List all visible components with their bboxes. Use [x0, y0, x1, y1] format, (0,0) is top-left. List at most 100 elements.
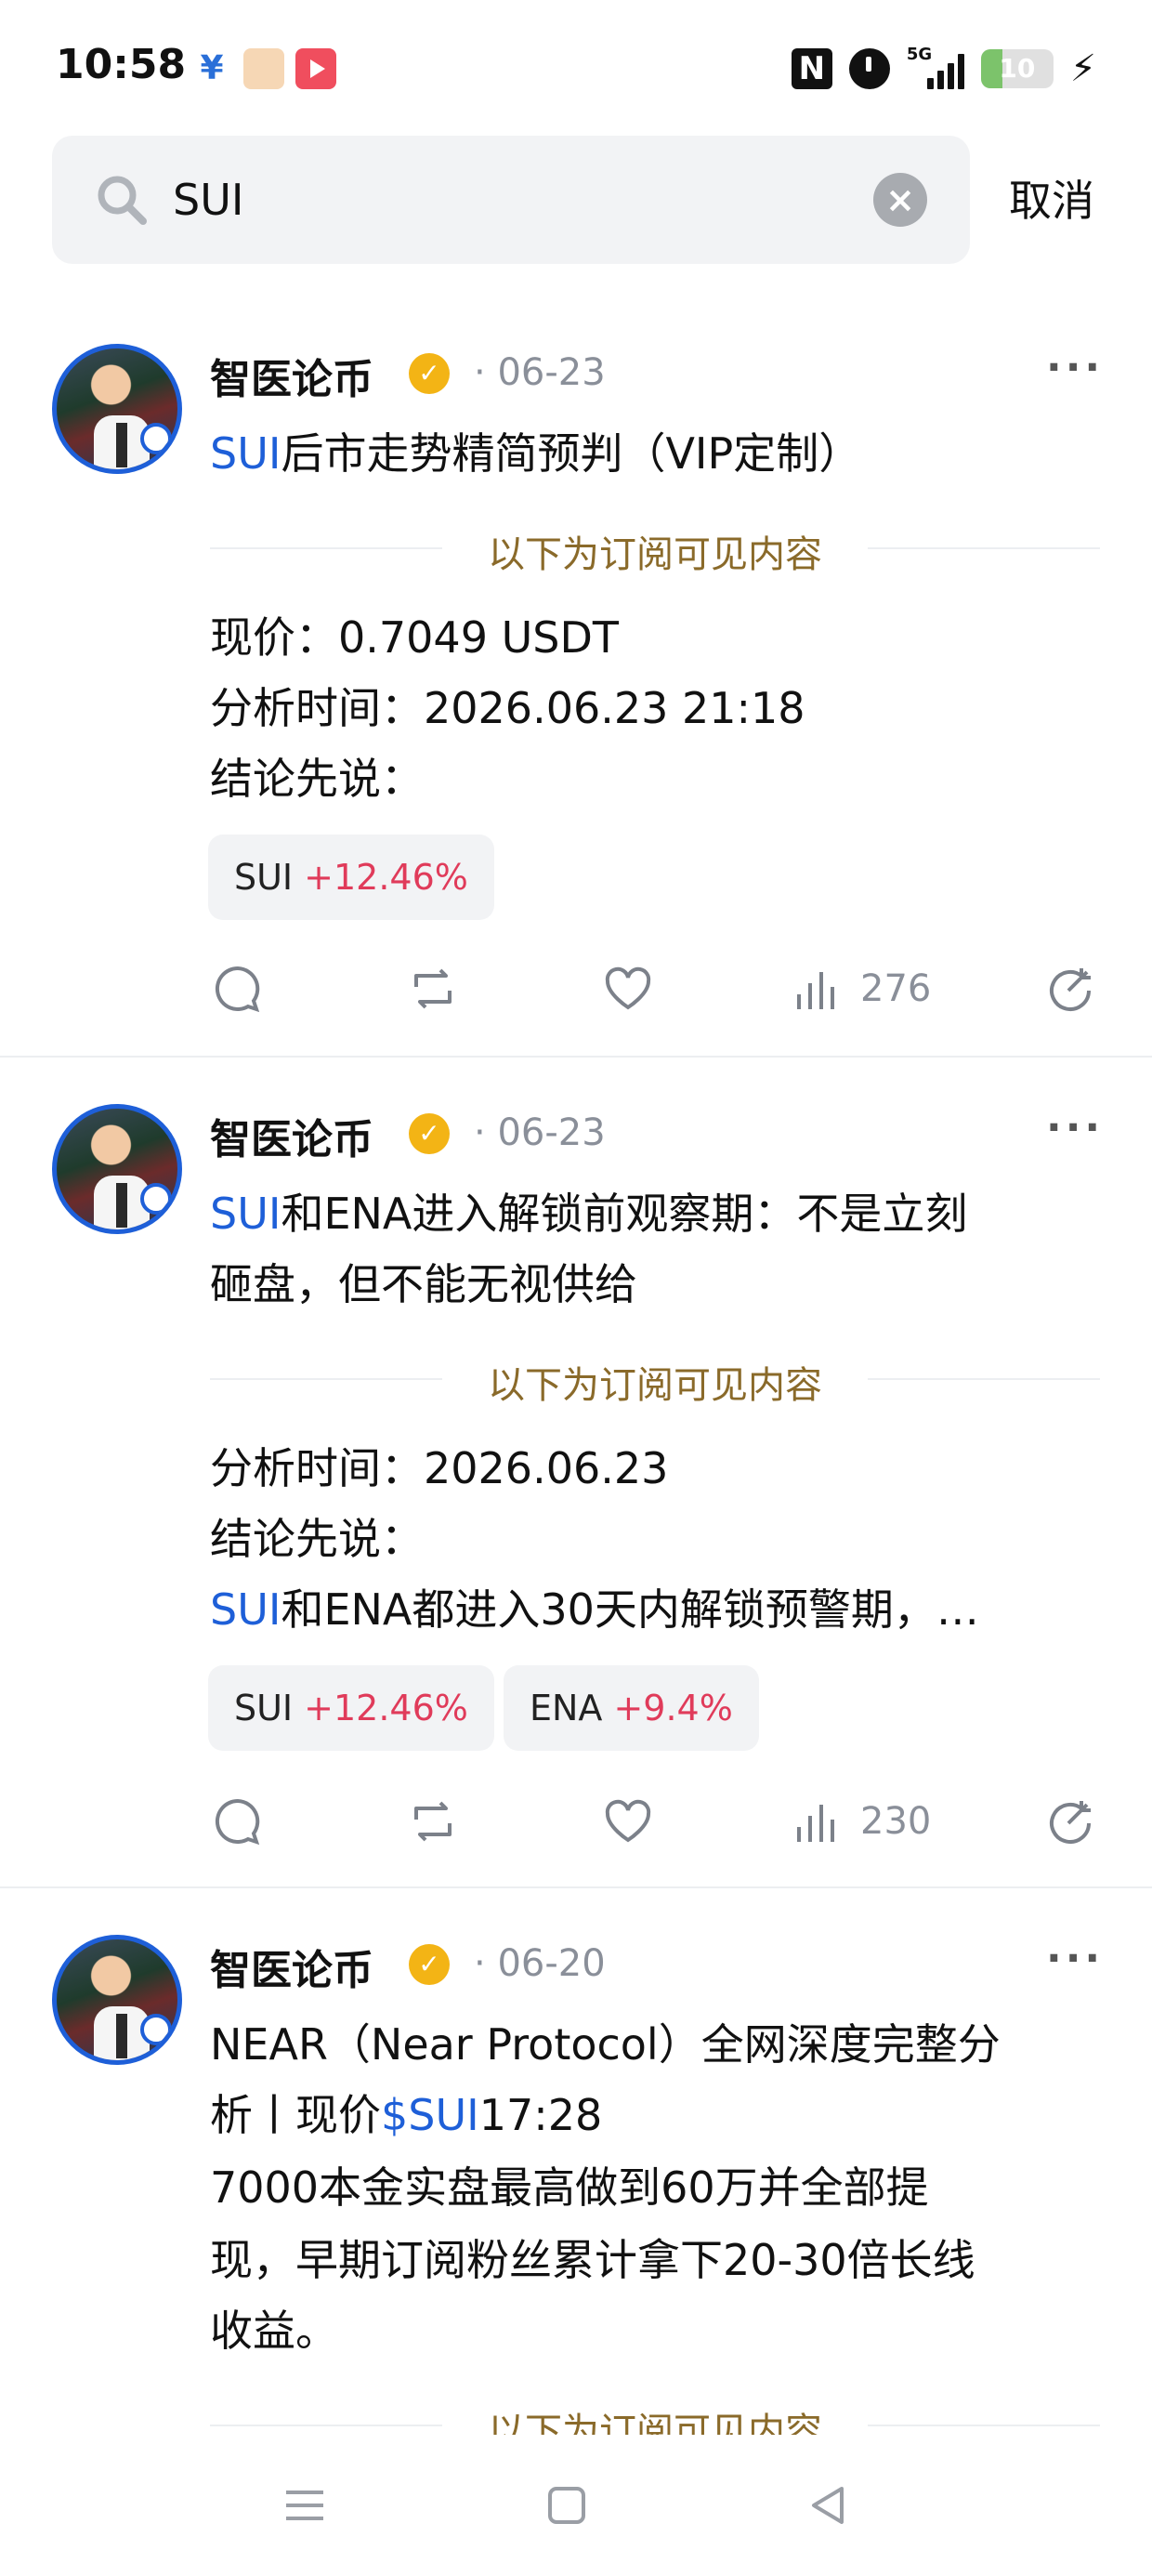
search-input[interactable] — [173, 136, 879, 264]
bar-chart-icon — [797, 972, 834, 1009]
post-title-text: 析丨现价 — [210, 2090, 381, 2140]
author-name[interactable]: 智医论币 — [210, 346, 373, 405]
coin-change: +12.46% — [304, 1688, 468, 1728]
like-button[interactable] — [602, 1784, 654, 1859]
comment-icon — [215, 966, 260, 1013]
post-title-text: 和ENA进入解锁前观察期：不是立刻 — [281, 1189, 968, 1239]
subscriber-label: 以下为订阅可见内容 — [488, 533, 822, 576]
share-button[interactable] — [1044, 1784, 1096, 1859]
content-line: 现，早期订阅粉丝累计拿下20-30倍长线 — [210, 2235, 975, 2285]
coin-tag[interactable]: SUI +12.46% — [208, 835, 494, 920]
system-nav-bar — [0, 2435, 1152, 2576]
battery-icon: 10 — [980, 49, 1054, 88]
post-title-line[interactable]: 砸盘，但不能无视供给 — [210, 1251, 637, 1312]
alarm-icon — [848, 48, 890, 89]
more-options-icon[interactable]: ··· — [1046, 1935, 1104, 1982]
repost-button[interactable] — [407, 952, 459, 1026]
more-options-icon[interactable]: ··· — [1046, 344, 1104, 391]
views-button[interactable]: 276 — [792, 952, 931, 1026]
post-separator — [0, 1886, 1152, 1888]
yuan-app-icon: ¥ — [200, 49, 224, 87]
verified-badge-icon: ✓ — [409, 1944, 450, 1985]
repost-icon — [414, 1801, 452, 1842]
content-line: 分析时间：2026.06.23 — [210, 1443, 669, 1493]
repost-icon — [414, 968, 452, 1009]
coin-symbol: SUI — [234, 1688, 294, 1728]
nfc-icon: N — [791, 48, 832, 89]
signal-icon: 5G — [906, 45, 964, 89]
charging-icon: ⚡ — [1069, 47, 1096, 90]
keyword-highlight[interactable]: SUI — [210, 1584, 281, 1635]
back-nav-icon[interactable] — [801, 2477, 857, 2533]
post-actions: 230 — [0, 1784, 1152, 1859]
post-title[interactable]: SUI后市走势精简预判（VIP定制） — [210, 420, 861, 481]
share-icon — [1050, 1801, 1091, 1844]
coin-symbol: SUI — [234, 857, 294, 898]
content-line: SUI和ENA都进入30天内解锁预警期，… — [210, 1576, 979, 1637]
avatar[interactable] — [52, 1935, 182, 2065]
network-type: 5G — [906, 45, 933, 64]
comment-button[interactable] — [212, 952, 264, 1026]
author-name[interactable]: 智医论币 — [210, 1937, 373, 1996]
cancel-button[interactable]: 取消 — [1009, 167, 1094, 229]
share-button[interactable] — [1044, 952, 1096, 1026]
avatar[interactable] — [52, 344, 182, 474]
coin-symbol: ENA — [530, 1688, 603, 1728]
keyword-highlight[interactable]: SUI — [210, 1189, 281, 1239]
post-title[interactable]: SUI和ENA进入解锁前观察期：不是立刻 — [210, 1180, 967, 1242]
author-name[interactable]: 智医论币 — [210, 1106, 373, 1165]
coin-change: +9.4% — [613, 1688, 733, 1728]
subscriber-divider: 以下为订阅可见内容 — [210, 524, 1100, 576]
post-date: · 06-23 — [474, 1111, 606, 1154]
content-line: 现价：0.7049 USDT — [210, 612, 619, 663]
keyword-highlight[interactable]: SUI — [210, 428, 281, 479]
coin-change: +12.46% — [304, 857, 468, 898]
views-button[interactable]: 230 — [792, 1784, 931, 1859]
post-title[interactable]: NEAR（Near Protocol）全网深度完整分 — [210, 2011, 1001, 2072]
post-actions: 276 — [0, 952, 1152, 1026]
more-options-icon[interactable]: ··· — [1046, 1104, 1104, 1151]
menu-nav-icon[interactable] — [277, 2477, 333, 2533]
cartoon-app-icon — [243, 48, 284, 89]
heart-icon — [605, 1799, 651, 1843]
content-line: 结论先说： — [210, 754, 424, 804]
comment-icon — [215, 1798, 260, 1846]
coin-tag[interactable]: SUI +12.46% — [208, 1665, 494, 1751]
avatar[interactable] — [52, 1104, 182, 1234]
comment-button[interactable] — [212, 1784, 264, 1859]
verified-badge-icon: ✓ — [409, 353, 450, 394]
content-line: 分析时间：2026.06.23 21:18 — [210, 683, 805, 733]
battery-level: 10 — [999, 53, 1036, 84]
post-title-text: 17:28 — [478, 2090, 603, 2140]
post-date-value: 06-23 — [497, 1111, 606, 1154]
video-app-icon — [295, 48, 336, 89]
view-count: 276 — [860, 967, 932, 1010]
content-line: 收益。 — [210, 2306, 338, 2356]
status-icons: N 5G 10 ⚡ — [791, 41, 1096, 97]
subscriber-divider: 以下为订阅可见内容 — [210, 1355, 1100, 1407]
heart-icon — [605, 966, 651, 1010]
post-date-value: 06-23 — [497, 351, 606, 394]
coin-tag[interactable]: ENA +9.4% — [504, 1665, 759, 1751]
status-bar: 10:58 ¥ N 5G 10 ⚡ — [0, 0, 1152, 130]
subscriber-label: 以下为订阅可见内容 — [488, 1364, 822, 1407]
content-line: 7000本金实盘最高做到60万并全部提 — [210, 2162, 929, 2213]
post-date-value: 06-20 — [497, 1942, 606, 1985]
home-nav-icon[interactable] — [539, 2477, 595, 2533]
post-date: · 06-23 — [474, 351, 606, 394]
status-time: 10:58 — [56, 41, 187, 88]
clear-search-icon[interactable]: × — [873, 173, 927, 227]
search-bar[interactable]: × — [52, 136, 970, 264]
search-icon — [98, 176, 147, 225]
post-date: · 06-20 — [474, 1942, 606, 1985]
keyword-highlight[interactable]: $SUI — [381, 2090, 479, 2140]
post-title-line[interactable]: 析丨现价$SUI17:28 — [210, 2082, 602, 2143]
repost-button[interactable] — [407, 1784, 459, 1859]
share-icon — [1050, 968, 1091, 1011]
like-button[interactable] — [602, 952, 654, 1026]
content-text: 和ENA都进入30天内解锁预警期，… — [281, 1584, 979, 1635]
post-separator — [0, 1056, 1152, 1058]
verified-badge-icon: ✓ — [409, 1113, 450, 1154]
content-line: 结论先说： — [210, 1514, 424, 1564]
view-count: 230 — [860, 1800, 932, 1843]
